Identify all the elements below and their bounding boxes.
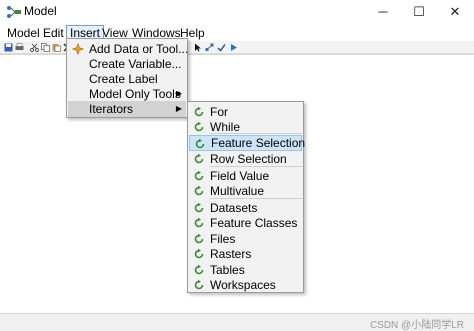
- iterator-item-tables[interactable]: Tables: [189, 262, 302, 278]
- title-bar: Model ─ ☐ ✕: [0, 0, 474, 24]
- menu-item-label: Row Selection: [210, 152, 287, 166]
- close-button[interactable]: ✕: [434, 0, 474, 24]
- iterator-icon: [194, 106, 204, 117]
- iterator-icon: [194, 217, 204, 228]
- menu-item-label: For: [210, 105, 228, 119]
- menu-item-label: Model Only Tools: [89, 87, 181, 101]
- iterator-icon: [194, 248, 204, 259]
- status-bar: CSDN @小陆同学LR: [0, 313, 474, 331]
- iterator-item-for[interactable]: For: [189, 104, 302, 120]
- iterator-icon: [194, 185, 204, 196]
- run-icon[interactable]: [229, 43, 238, 52]
- select-pointer-icon[interactable]: [194, 43, 203, 52]
- connect-icon[interactable]: [205, 43, 214, 52]
- save-icon[interactable]: [4, 43, 13, 52]
- menu-item-label: Tables: [210, 263, 245, 277]
- window-title: Model: [24, 4, 57, 18]
- menu-item-label: Feature Selection: [211, 136, 306, 150]
- menu-edit[interactable]: Edit: [40, 25, 67, 41]
- menu-item-create-variable[interactable]: Create Variable...: [68, 56, 186, 72]
- iterators-submenu: For While Feature Selection Row Selection Fi…: [187, 101, 306, 293]
- model-builder-icon: [7, 6, 21, 18]
- submenu-arrow-icon: ▶: [175, 89, 182, 98]
- menu-item-iterators[interactable]: Iterators ▶: [68, 101, 186, 117]
- menu-item-label: While: [210, 120, 241, 134]
- iterator-icon: [194, 233, 204, 244]
- validate-icon[interactable]: [217, 43, 226, 52]
- menu-item-model-only-tools[interactable]: Model Only Tools ▶: [68, 86, 186, 102]
- watermark-text: CSDN @小陆同学LR: [369, 320, 464, 331]
- submenu-arrow-icon: ▶: [175, 104, 182, 113]
- menu-item-label: Rasters: [210, 247, 252, 261]
- iterator-icon: [194, 170, 204, 181]
- iterator-item-multivalue[interactable]: Multivalue: [189, 183, 302, 199]
- add-data-icon: [72, 43, 84, 55]
- menu-model[interactable]: Model: [4, 25, 43, 41]
- iterator-item-datasets[interactable]: Datasets: [189, 200, 302, 216]
- iterator-icon: [194, 153, 204, 164]
- copy-icon[interactable]: [41, 43, 50, 52]
- iterator-icon: [194, 202, 204, 213]
- menu-item-label: Datasets: [210, 201, 258, 215]
- menu-item-label: Multivalue: [210, 184, 265, 198]
- cut-icon[interactable]: [30, 43, 39, 52]
- menu-item-add-data[interactable]: Add Data or Tool...: [68, 41, 189, 57]
- menu-item-label: Iterators: [89, 102, 134, 116]
- menu-item-label: Create Label: [89, 72, 158, 86]
- iterator-item-while[interactable]: While: [189, 119, 302, 135]
- iterator-item-feature-classes[interactable]: Feature Classes: [189, 215, 302, 231]
- menu-item-create-label[interactable]: Create Label: [68, 71, 186, 87]
- iterator-item-field-value[interactable]: Field Value: [189, 168, 302, 184]
- iterator-item-rasters[interactable]: Rasters: [189, 246, 302, 262]
- iterator-item-workspaces[interactable]: Workspaces: [189, 277, 302, 293]
- iterator-icon: [194, 264, 204, 275]
- iterator-item-row-selection[interactable]: Row Selection: [189, 151, 302, 167]
- print-icon[interactable]: [15, 43, 24, 52]
- menu-item-label: Field Value: [210, 169, 270, 183]
- iterator-icon: [194, 121, 204, 132]
- menu-item-label: Add Data or Tool...: [89, 42, 189, 56]
- menu-item-label: Feature Classes: [210, 216, 298, 230]
- iterator-icon: [194, 279, 204, 290]
- menu-item-label: Files: [210, 232, 236, 246]
- iterator-item-feature-selection[interactable]: Feature Selection: [189, 135, 306, 151]
- iterator-icon: [195, 138, 205, 149]
- paste-icon[interactable]: [52, 43, 61, 52]
- menu-item-label: Create Variable...: [89, 57, 182, 71]
- insert-menu: Add Data or Tool... Create Variable... C…: [66, 38, 188, 118]
- iterator-item-files[interactable]: Files: [189, 231, 302, 247]
- menu-item-label: Workspaces: [210, 278, 276, 292]
